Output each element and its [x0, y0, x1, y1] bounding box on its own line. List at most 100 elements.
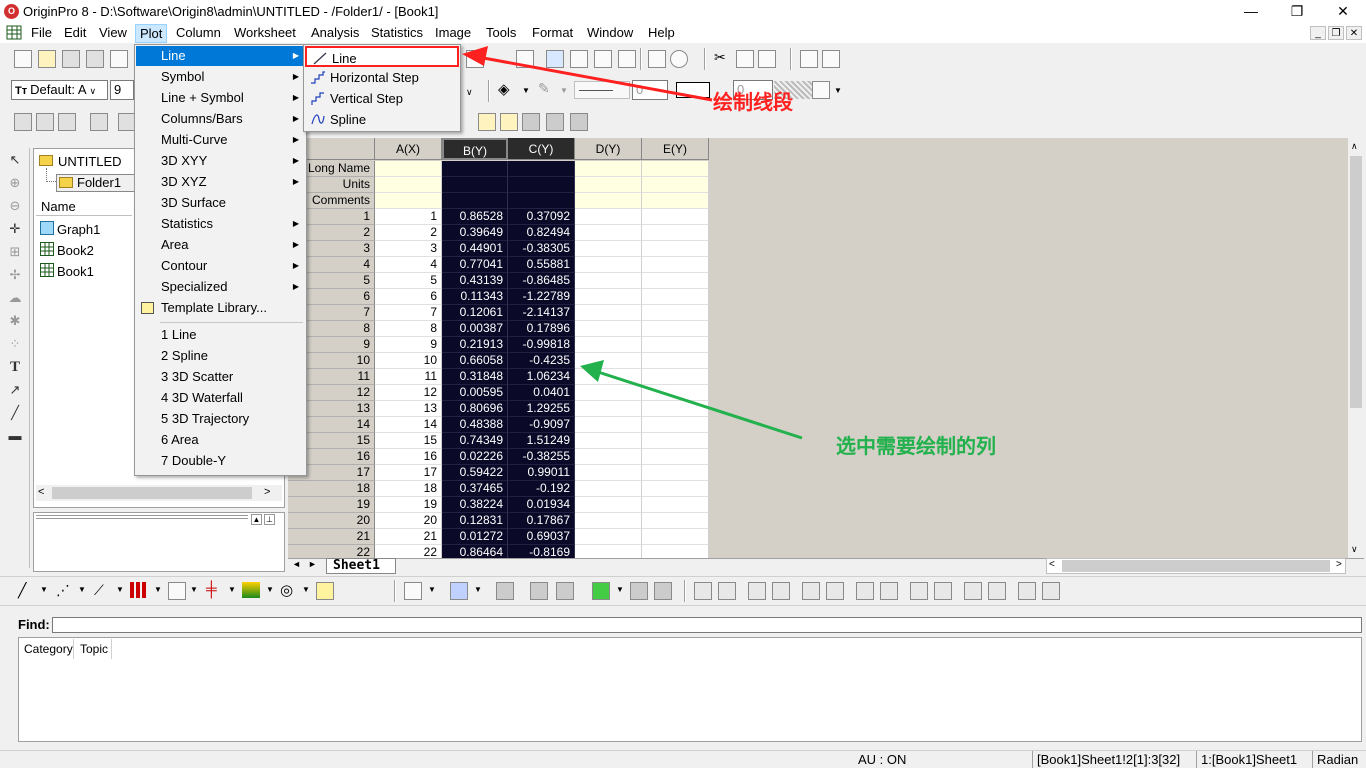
meta-cell[interactable] [575, 177, 642, 193]
cell-d[interactable] [575, 273, 642, 289]
cell-a[interactable]: 4 [375, 257, 442, 273]
cell-a[interactable]: 13 [375, 401, 442, 417]
menu-file[interactable]: File [27, 25, 56, 42]
meta-cell[interactable] [375, 193, 442, 209]
meta-cell[interactable] [642, 193, 709, 209]
3d-surface-icon[interactable] [496, 582, 514, 600]
plot-menu-recent-3[interactable]: 3 3D Scatter [136, 367, 305, 387]
template-library-icon[interactable] [316, 582, 334, 600]
cell-d[interactable] [575, 465, 642, 481]
chevron-right-icon[interactable]: > [1336, 559, 1342, 570]
chevron-down-icon[interactable]: ▼ [302, 585, 310, 594]
cell-c[interactable]: 0.99011 [508, 465, 575, 481]
line-plot-icon[interactable]: ╱ [18, 582, 26, 599]
row-header[interactable]: 20 [288, 513, 375, 529]
chevron-left-icon[interactable]: < [38, 486, 44, 498]
align-right-icon[interactable] [718, 582, 736, 600]
cell-a[interactable]: 15 [375, 433, 442, 449]
unmask-icon[interactable] [546, 113, 564, 131]
chevron-down-icon[interactable]: ▼ [474, 585, 482, 594]
scroll-thumb[interactable] [1350, 156, 1362, 408]
cell-e[interactable] [642, 257, 709, 273]
mdi-minimize-button[interactable]: _ [1310, 26, 1326, 40]
cell-d[interactable] [575, 513, 642, 529]
plot-menu-item-3d-xyz[interactable]: 3D XYZ ▶ [136, 172, 305, 192]
menu-view[interactable]: View [95, 25, 131, 42]
line-width-combo[interactable]: 0 [632, 80, 668, 100]
chevron-down-icon[interactable]: ▼ [834, 86, 842, 95]
mdi-restore-button[interactable]: ❐ [1328, 26, 1344, 40]
ungroup-icon[interactable] [988, 582, 1006, 600]
3d-plot-icon[interactable] [404, 582, 422, 600]
cell-a[interactable]: 18 [375, 481, 442, 497]
cell-e[interactable] [642, 497, 709, 513]
command-window-icon[interactable] [618, 50, 636, 68]
data-reader-icon[interactable]: ✢ [7, 267, 23, 283]
draw-data-icon[interactable]: ✱ [7, 313, 23, 329]
menu-tools[interactable]: Tools [482, 25, 520, 42]
cell-c[interactable]: -0.38255 [508, 449, 575, 465]
menu-window[interactable]: Window [583, 25, 637, 42]
submenu-item-vertical-step[interactable]: Vertical Step [305, 88, 459, 109]
cell-d[interactable] [575, 385, 642, 401]
plot-menu-item-columns-bars[interactable]: Columns/Bars ▶ [136, 109, 305, 129]
cell-e[interactable] [642, 529, 709, 545]
column-plot-icon[interactable] [130, 582, 148, 598]
area-plot-icon[interactable] [242, 582, 260, 598]
menu-help[interactable]: Help [644, 25, 679, 42]
cell-e[interactable] [642, 209, 709, 225]
swap-mask-icon[interactable] [570, 113, 588, 131]
arrow-tool-icon[interactable]: ↗ [7, 382, 23, 398]
results-header-category[interactable]: Category [20, 639, 74, 659]
cell-a[interactable]: 21 [375, 529, 442, 545]
collapse-up-icon[interactable]: ▲ [251, 514, 262, 525]
plot-menu-item-line-symbol[interactable]: Line + Symbol ▶ [136, 88, 305, 108]
layer-arrange-icon[interactable] [1018, 582, 1036, 600]
row-header[interactable]: 19 [288, 497, 375, 513]
chevron-left-icon[interactable]: < [1049, 559, 1055, 570]
cell-b[interactable]: 0.01272 [442, 529, 508, 545]
chevron-down-icon[interactable]: ▼ [190, 585, 198, 594]
menu-worksheet[interactable]: Worksheet [230, 25, 300, 42]
cell-b[interactable]: 0.38224 [442, 497, 508, 513]
cell-d[interactable] [575, 481, 642, 497]
cell-a[interactable]: 5 [375, 273, 442, 289]
cell-d[interactable] [575, 305, 642, 321]
cell-a[interactable]: 16 [375, 449, 442, 465]
plot-menu-item-symbol[interactable]: Symbol ▶ [136, 67, 305, 87]
chevron-down-icon[interactable]: ▼ [428, 585, 436, 594]
cell-b[interactable]: 0.12061 [442, 305, 508, 321]
zoom-in-icon[interactable] [14, 113, 32, 131]
cell-b[interactable]: 0.00595 [442, 385, 508, 401]
menu-format[interactable]: Format [528, 25, 577, 42]
3d-wire-icon[interactable] [530, 582, 548, 600]
cut-icon[interactable]: ✂ [714, 49, 726, 66]
meta-cell[interactable] [442, 161, 508, 177]
cell-d[interactable] [575, 417, 642, 433]
cell-a[interactable]: 7 [375, 305, 442, 321]
cell-e[interactable] [642, 401, 709, 417]
results-log-icon[interactable] [546, 50, 564, 68]
statistics-plot-icon[interactable]: ╪ [206, 581, 217, 598]
cell-e[interactable] [642, 369, 709, 385]
cell-a[interactable]: 6 [375, 289, 442, 305]
chevron-up-icon[interactable]: ∧ [1351, 141, 1358, 152]
zoom-out-icon[interactable] [36, 113, 54, 131]
cell-d[interactable] [575, 353, 642, 369]
chevron-down-icon[interactable]: ▼ [560, 86, 568, 95]
cell-b[interactable]: 0.00387 [442, 321, 508, 337]
cell-b[interactable]: 0.86528 [442, 209, 508, 225]
cell-e[interactable] [642, 305, 709, 321]
chevron-right-icon[interactable]: > [264, 486, 270, 498]
chevron-down-icon[interactable]: ▼ [78, 585, 86, 594]
cell-c[interactable]: 1.06234 [508, 369, 575, 385]
cell-e[interactable] [642, 433, 709, 449]
highlight-icon[interactable] [478, 113, 496, 131]
cell-d[interactable] [575, 209, 642, 225]
menu-image[interactable]: Image [431, 25, 475, 42]
cell-c[interactable]: 0.17867 [508, 513, 575, 529]
menu-plot[interactable]: Plot [135, 24, 168, 43]
cell-a[interactable]: 9 [375, 337, 442, 353]
meta-cell[interactable] [442, 177, 508, 193]
new-project-icon[interactable] [14, 50, 32, 68]
